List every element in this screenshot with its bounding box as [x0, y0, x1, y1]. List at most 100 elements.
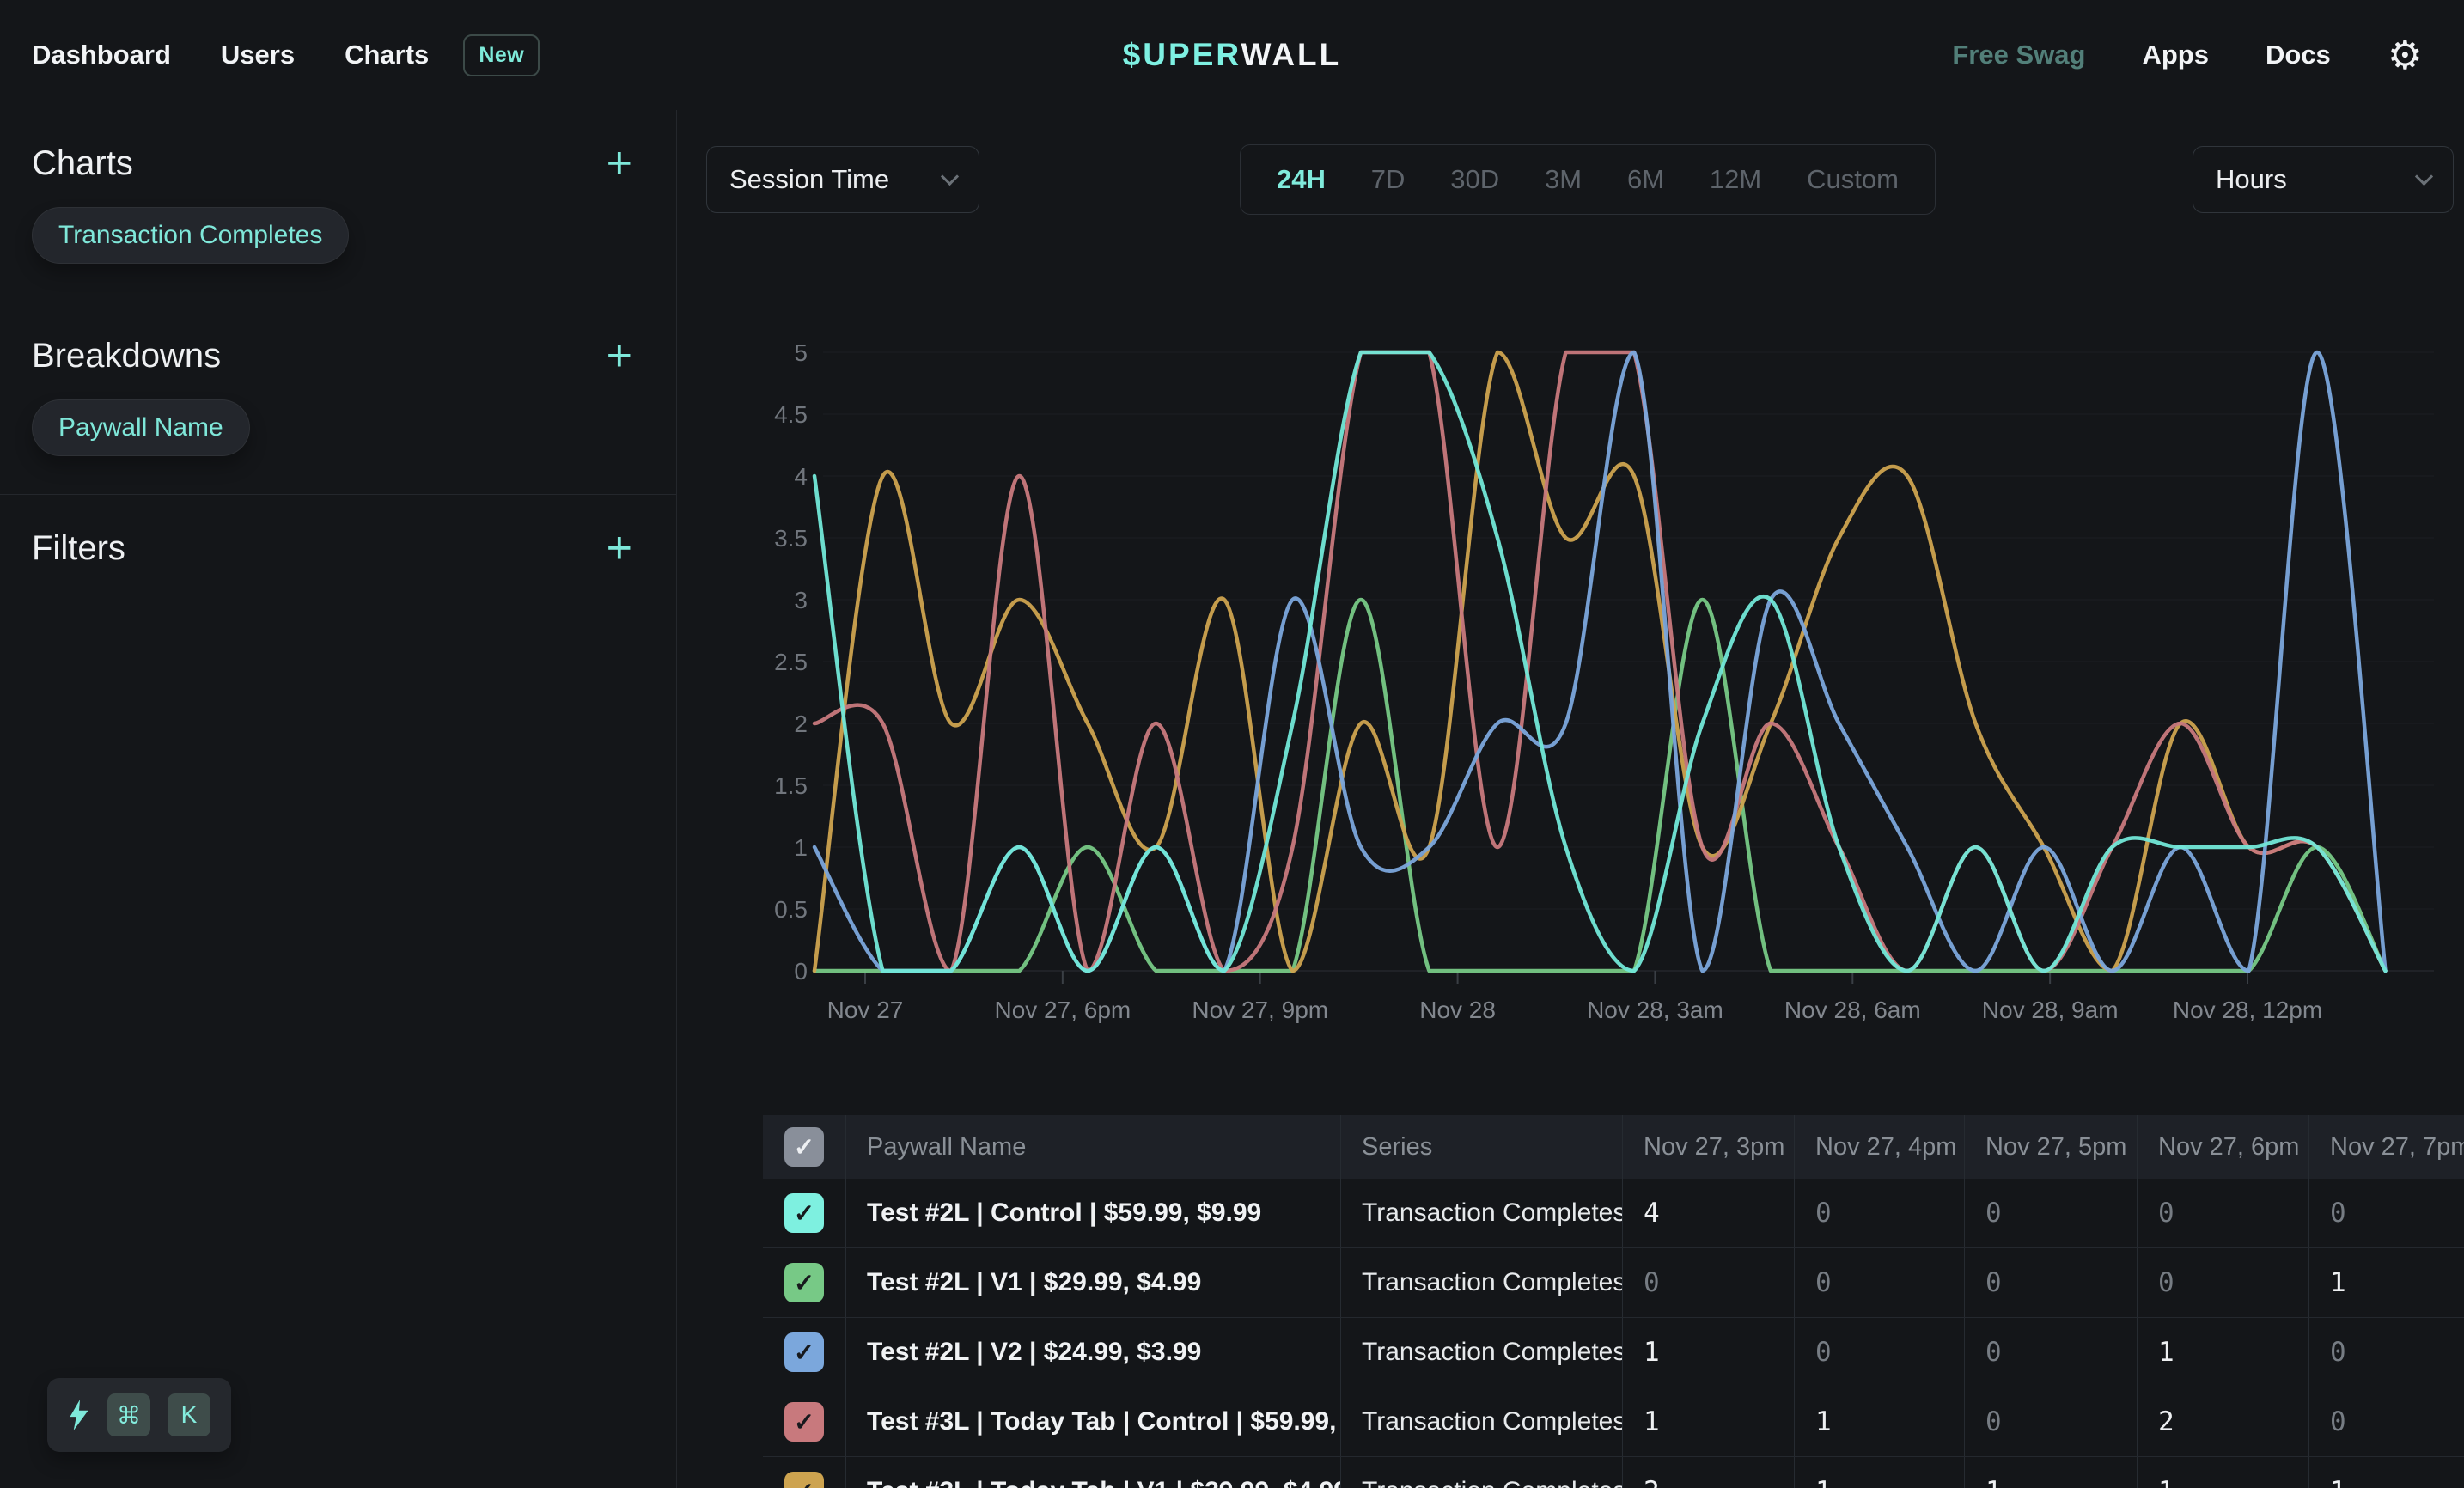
row-checkbox[interactable]: ✓ — [784, 1332, 824, 1372]
value-cell: 1 — [2308, 1248, 2464, 1317]
nav-item-users[interactable]: Users — [221, 40, 295, 70]
nav-item-free-swag[interactable]: Free Swag — [1952, 40, 2085, 70]
x-axis-tick-label: Nov 28, 9am — [1982, 997, 2119, 1023]
unit-select-value: Hours — [2216, 164, 2287, 195]
value-cell: 0 — [1964, 1318, 2137, 1387]
unit-select[interactable]: Hours — [2193, 146, 2454, 213]
paywall-name-cell: Test #2L | V1 | $29.99, $4.99 — [845, 1248, 1340, 1317]
table-row[interactable]: ✓ Test #3L | Today Tab | V1 | $29.99, $4.… — [763, 1457, 2464, 1488]
table-row[interactable]: ✓Test #2L | Control | $59.99, $9.99Trans… — [763, 1179, 2464, 1248]
row-checkbox-cell: ✓ — [763, 1457, 845, 1488]
metric-select[interactable]: Session Time — [706, 146, 979, 213]
y-axis-tick-label: 0 — [794, 958, 808, 985]
row-checkbox[interactable]: ✓ — [784, 1193, 824, 1233]
y-axis-tick-label: 2.5 — [774, 649, 808, 675]
x-axis-tick-label: Nov 27 — [827, 997, 904, 1023]
value-cell: 0 — [1794, 1179, 1964, 1247]
add-breakdown-button plus-icon[interactable]: + — [607, 338, 644, 375]
x-axis-tick-label: Nov 28 — [1419, 997, 1496, 1023]
y-axis-tick-label: 5 — [794, 339, 808, 366]
row-checkbox-cell: ✓ — [763, 1318, 845, 1387]
command-palette-shortcut[interactable]: ⌘ K — [47, 1378, 231, 1452]
value-cell: 0 — [2137, 1248, 2308, 1317]
top-nav: Dashboard Users Charts New $UPERWALL Fre… — [0, 0, 2464, 110]
sidebar-section-breakdowns: Breakdowns + Paywall Name — [0, 302, 676, 495]
table-body: ✓Test #2L | Control | $59.99, $9.99Trans… — [763, 1179, 2464, 1488]
range-tab-30d[interactable]: 30D — [1450, 164, 1499, 195]
value-cell: 0 — [2308, 1318, 2464, 1387]
y-axis-tick-label: 3.5 — [774, 525, 808, 552]
chip-paywall-name[interactable]: Paywall Name — [32, 399, 250, 456]
chevron-down-icon — [2415, 167, 2433, 185]
filters-section-title: Filters — [32, 529, 125, 568]
add-chart-button plus-icon[interactable]: + — [607, 146, 644, 182]
table-header-time-2: Nov 27, 4pm — [1794, 1115, 1964, 1179]
range-tab-24h[interactable]: 24H — [1277, 164, 1326, 195]
x-axis-tick-label: Nov 28, 3am — [1587, 997, 1723, 1023]
y-axis-tick-label: 3 — [794, 587, 808, 613]
value-cell: 2 — [1622, 1457, 1794, 1488]
value-cell: 1 — [1964, 1457, 2137, 1488]
logo-accent-text: $UPER — [1123, 37, 1241, 72]
logo-rest-text: WALL — [1241, 37, 1341, 72]
table-row[interactable]: ✓ Test #2L | V1 | $29.99, $4.99Transactio… — [763, 1248, 2464, 1318]
y-axis-tick-label: 4.5 — [774, 401, 808, 428]
range-tab-custom[interactable]: Custom — [1807, 164, 1899, 195]
table-header-row: ✓Paywall NameSeriesNov 27, 3pmNov 27, 4p… — [763, 1115, 2464, 1179]
table-header-time-1: Nov 27, 3pm — [1622, 1115, 1794, 1179]
y-axis-tick-label: 1 — [794, 834, 808, 861]
breakdown-table: ✓Paywall NameSeriesNov 27, 3pmNov 27, 4p… — [763, 1115, 2464, 1488]
table-header-paywall-name: Paywall Name — [845, 1115, 1340, 1179]
nav-item-dashboard[interactable]: Dashboard — [32, 40, 171, 70]
value-cell: 0 — [1964, 1179, 2137, 1247]
row-checkbox[interactable]: ✓ — [784, 1263, 824, 1302]
table-header-time-3: Nov 27, 5pm — [1964, 1115, 2137, 1179]
x-axis-tick-label: Nov 28, 12pm — [2173, 997, 2322, 1023]
nav-item-charts[interactable]: Charts — [345, 40, 429, 70]
sidebar-section-filters: Filters + — [0, 495, 676, 606]
series-cell: Transaction Completes — [1340, 1248, 1622, 1317]
x-axis-tick-label: Nov 27, 9pm — [1192, 997, 1328, 1023]
lightning-icon — [68, 1400, 90, 1430]
range-tab-3m[interactable]: 3M — [1545, 164, 1582, 195]
value-cell: 0 — [1794, 1248, 1964, 1317]
range-tab-7d[interactable]: 7D — [1371, 164, 1406, 195]
nav-left: Dashboard Users Charts New — [32, 34, 540, 76]
range-tab-6m[interactable]: 6M — [1627, 164, 1664, 195]
superwall-logo: $UPERWALL — [1123, 37, 1342, 73]
nav-item-docs[interactable]: Docs — [2266, 40, 2331, 70]
value-cell: 1 — [2137, 1318, 2308, 1387]
paywall-name-cell: Test #2L | Control | $59.99, $9.99 — [845, 1179, 1340, 1247]
value-cell: 1 — [1622, 1387, 1794, 1456]
table-row[interactable]: ✓Test #2L | V2 | $24.99, $3.99Transactio… — [763, 1318, 2464, 1387]
range-tab-12m[interactable]: 12M — [1710, 164, 1761, 195]
table-header-time-5: Nov 27, 7pm — [2308, 1115, 2464, 1179]
table-row[interactable]: ✓ Test #3L | Today Tab | Control | $59.99… — [763, 1387, 2464, 1457]
value-cell: 1 — [2308, 1457, 2464, 1488]
row-checkbox[interactable]: ✓ — [784, 1472, 824, 1488]
cmd-key: ⌘ — [107, 1393, 150, 1436]
chip-transaction-completes[interactable]: Transaction Completes — [32, 207, 349, 264]
add-filter-button plus-icon[interactable]: + — [607, 531, 644, 567]
paywall-name-cell: Test #3L | Today Tab | V1 | $29.99, $4.9… — [845, 1457, 1340, 1488]
new-badge: New — [463, 34, 540, 76]
value-cell: 1 — [1794, 1387, 1964, 1456]
y-axis-tick-label: 1.5 — [774, 772, 808, 799]
nav-item-apps[interactable]: Apps — [2142, 40, 2209, 70]
gear-icon[interactable]: ⚙ — [2388, 35, 2423, 75]
row-checkbox-cell: ✓ — [763, 1179, 845, 1247]
row-checkbox[interactable]: ✓ — [784, 1402, 824, 1442]
value-cell: 0 — [1964, 1387, 2137, 1456]
chart-area: 00.511.522.533.544.55Nov 27Nov 27, 6pmNo… — [763, 309, 2464, 1048]
metric-select-value: Session Time — [729, 164, 889, 195]
paywall-name-cell: Test #3L | Today Tab | Control | $59.99,… — [845, 1387, 1340, 1456]
series-cell: Transaction Completes — [1340, 1457, 1622, 1488]
x-axis-tick-label: Nov 27, 6pm — [994, 997, 1131, 1023]
y-axis-tick-label: 2 — [794, 710, 808, 737]
value-cell: 0 — [2137, 1179, 2308, 1247]
x-axis-tick-label: Nov 28, 6am — [1784, 997, 1921, 1023]
y-axis-tick-label: 4 — [794, 463, 808, 490]
series-cell: Transaction Completes — [1340, 1318, 1622, 1387]
select-all-checkbox[interactable]: ✓ — [784, 1127, 824, 1167]
breakdowns-section-title: Breakdowns — [32, 337, 221, 375]
